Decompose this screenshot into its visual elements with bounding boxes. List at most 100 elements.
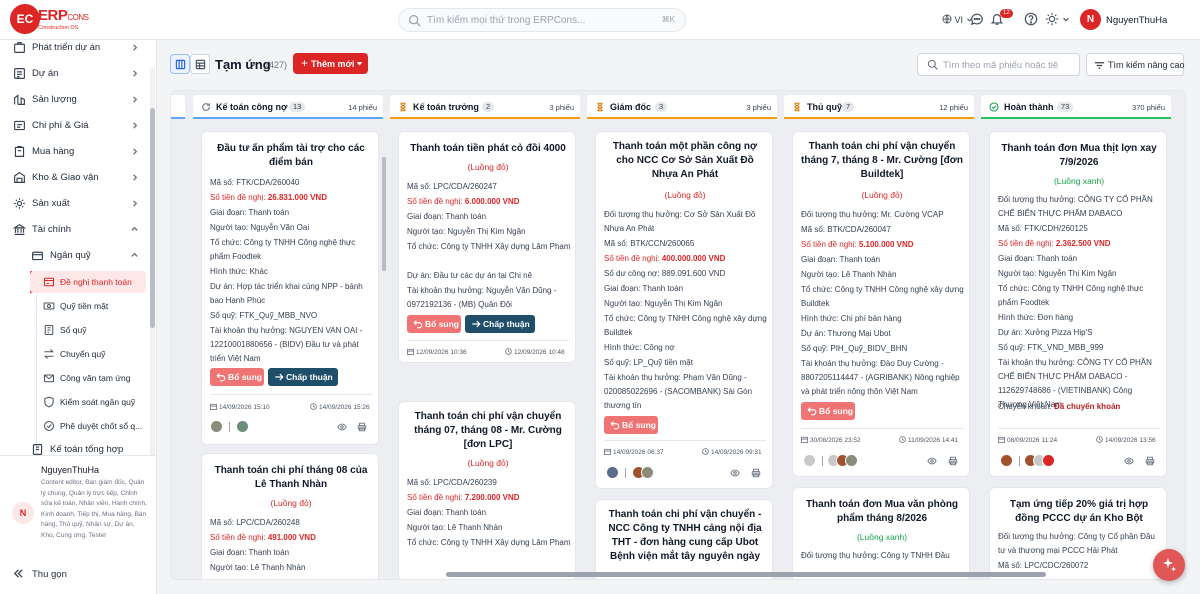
check-badge-icon [43, 420, 55, 432]
sidebar-item-fund-control[interactable]: Kiểm soát ngân quỹ [30, 391, 146, 413]
print-icon[interactable] [357, 422, 367, 432]
payment-card[interactable]: Thanh toán đơn Mua thịt lợn xay 7/9/2026… [989, 131, 1167, 477]
sidebar-item-label: Đề nghị thanh toán [60, 277, 132, 287]
ticket-search-placeholder: Tìm theo mã phiếu hoặc tiê [943, 60, 1059, 71]
sidebar-item-close-approval[interactable]: Phê duyệt chốt sổ q... [30, 415, 146, 437]
chevron-right-icon [133, 200, 138, 207]
sidebar-scrollbar[interactable] [150, 68, 155, 473]
column-scrollbar[interactable] [382, 157, 386, 271]
sidebar-group-treasury[interactable]: Ngân quỹ [18, 244, 150, 268]
clock-icon [899, 436, 906, 443]
board-horizontal-scrollbar[interactable] [171, 571, 1185, 578]
profile-avatar[interactable]: N [12, 502, 34, 524]
card-field: Giai đoạn: Thanh toán [407, 508, 487, 517]
kanban-view-button[interactable] [170, 54, 190, 74]
sidebar-item-fund-transfer[interactable]: Chuyển quỹ [30, 343, 146, 365]
support-button[interactable]: Bổ sung [407, 315, 461, 333]
column-count-badge: 73 [1057, 102, 1074, 112]
notification-count-badge: 12 [1000, 9, 1013, 18]
sidebar-item-finance[interactable]: Tài chính [0, 218, 150, 242]
created-date: 14/09/2026 06:37 [604, 447, 664, 456]
payment-card[interactable]: Đầu tư ấn phẩm tài trợ cho các điểm bán … [201, 131, 379, 445]
support-button[interactable]: Bổ sung [210, 368, 264, 386]
support-button[interactable]: Bổ sung [604, 416, 658, 434]
sidebar-item-output[interactable]: Sản lượng [0, 88, 150, 112]
payment-card[interactable]: Thanh toán tiền phát cỏ đồi 4000 (Luồng … [398, 131, 576, 363]
sidebar-item-label: Sản xuất [32, 198, 70, 209]
add-new-button[interactable]: + Thêm mới [293, 53, 368, 74]
sidebar-item-production[interactable]: Sản xuất [0, 192, 150, 216]
profile-name: NguyenThuHa [41, 465, 100, 475]
card-field: Giai đoạn: Thanh toán [407, 212, 487, 221]
avatar-divider [229, 422, 230, 432]
print-icon[interactable] [751, 468, 761, 478]
card-field: Tổ chức: Công ty TNHH Công nghệ xây dựng… [604, 314, 767, 337]
sidebar-item-purchase[interactable]: Mua hàng [0, 140, 150, 164]
help-icon[interactable] [1024, 12, 1038, 26]
print-icon[interactable] [948, 456, 958, 466]
card-field: Số quỹ: LP_Quỹ tiền mặt [604, 358, 693, 367]
card-field: Người tạo: Lê Thanh Nhàn [407, 523, 503, 532]
global-search-input[interactable]: Tìm kiếm mọi thứ trong ERPCons... ⌘K [398, 8, 686, 32]
card-title: Đầu tư ấn phẩm tài trợ cho các điểm bán [217, 143, 365, 168]
language-switcher[interactable]: VI [942, 13, 973, 25]
sidebar-scrollbar-thumb[interactable] [150, 108, 155, 328]
card-field: Tài khoản thụ hưởng: Phạm Văn Dũng - 020… [604, 373, 753, 410]
sparkle-icon [1163, 558, 1176, 572]
card-field: Tổ chức: Công ty TNHH Công nghệ thực phẩ… [210, 238, 356, 261]
collapse-sidebar-button[interactable]: Thu gọn [0, 560, 156, 588]
card-field: Mã số: BTK/CDA/260047 [801, 225, 891, 234]
app-logo[interactable]: EC ERPCONS Construction OS [10, 4, 90, 34]
payment-card[interactable]: Thanh toán đơn Mua văn phòng phẩm tháng … [792, 487, 970, 579]
eye-icon[interactable] [337, 422, 347, 432]
card-title: Thanh toán một phần công nợ cho NCC Cơ S… [612, 141, 758, 180]
sidebar-item-cost[interactable]: Chi phí & Giá [0, 114, 150, 138]
check-circle-icon [989, 102, 999, 112]
card-field: Người tạo: Lê Thanh Nhàn [801, 270, 897, 279]
print-icon[interactable] [1145, 456, 1155, 466]
board-scrollbar-thumb[interactable] [446, 572, 1046, 577]
sidebar-item-warehouse[interactable]: Kho & Giao vận [0, 166, 150, 190]
clock-icon [505, 348, 512, 355]
project-dev-icon [14, 42, 25, 53]
eye-icon[interactable] [1124, 456, 1134, 466]
ai-assistant-button[interactable] [1153, 549, 1185, 581]
calendar-icon [604, 448, 611, 455]
approve-button[interactable]: Chấp thuận [268, 368, 338, 386]
payment-card[interactable]: Tạm ứng tiếp 20% giá trị hợp đồng PCCC d… [989, 487, 1167, 579]
approve-button[interactable]: Chấp thuận [465, 315, 535, 333]
card-field: Dự án: Hợp tác triển khai cùng NPP - bán… [210, 282, 363, 305]
user-name[interactable]: NguyenThuHa [1106, 15, 1167, 26]
payment-card[interactable]: Thanh toán một phần công nợ cho NCC Cơ S… [595, 131, 773, 489]
card-field: Số dư công nợ: 889.091.600 VND [604, 269, 726, 278]
sidebar-item-projects[interactable]: Dự án [0, 62, 150, 86]
notification-bell[interactable]: 12 [990, 9, 1013, 26]
sidebar-item-cash-book[interactable]: Sổ quỹ [30, 319, 146, 341]
payment-card[interactable]: Thanh toán chi phí vận chuyển tháng 7, t… [792, 131, 970, 477]
avatar [606, 466, 619, 479]
payment-card[interactable]: Thanh toán chi phí vận chuyển tháng 07, … [398, 401, 576, 579]
updated-date: 12/09/2026 10:48 [505, 347, 565, 356]
sidebar-item-project-dev[interactable]: Phát triển dự án [0, 36, 150, 60]
ticket-search-input[interactable]: Tìm theo mã phiếu hoặc tiê [917, 53, 1080, 76]
plus-icon: + [301, 56, 309, 70]
column-header: Thủ quỹ 7 12 phiếu [784, 95, 974, 119]
user-avatar[interactable]: N [1080, 9, 1101, 30]
search-placeholder: Tìm kiếm mọi thứ trong ERPCons... [427, 15, 586, 26]
sidebar-item-cash-fund[interactable]: Quỹ tiền mặt [30, 295, 146, 317]
eye-icon[interactable] [927, 456, 937, 466]
theme-sun-icon[interactable] [1045, 12, 1059, 26]
card-field: Hình thức: Công nợ [604, 343, 675, 352]
payment-card[interactable]: Thanh toán chi phí tháng 08 của Lê Thanh… [201, 453, 379, 579]
column-header: Kế toán trưởng 2 3 phiếu [390, 95, 580, 119]
chat-icon[interactable] [970, 12, 984, 26]
sidebar-item-advance-letter[interactable]: Công văn tạm ứng [30, 367, 146, 389]
card-amount: Số tiền đề nghị: 400.000.000 VND [604, 254, 726, 263]
payment-card[interactable]: Thanh toán chi phí vận chuyển - NCC Công… [595, 499, 773, 579]
table-view-button[interactable] [190, 54, 210, 74]
chevron-down-icon[interactable] [1062, 12, 1070, 26]
sidebar-item-payment-request[interactable]: Đề nghị thanh toán [30, 271, 146, 293]
eye-icon[interactable] [730, 468, 740, 478]
advanced-search-button[interactable]: Tìm kiếm nâng cao [1086, 53, 1185, 76]
support-button[interactable]: Bổ sung [801, 402, 855, 420]
